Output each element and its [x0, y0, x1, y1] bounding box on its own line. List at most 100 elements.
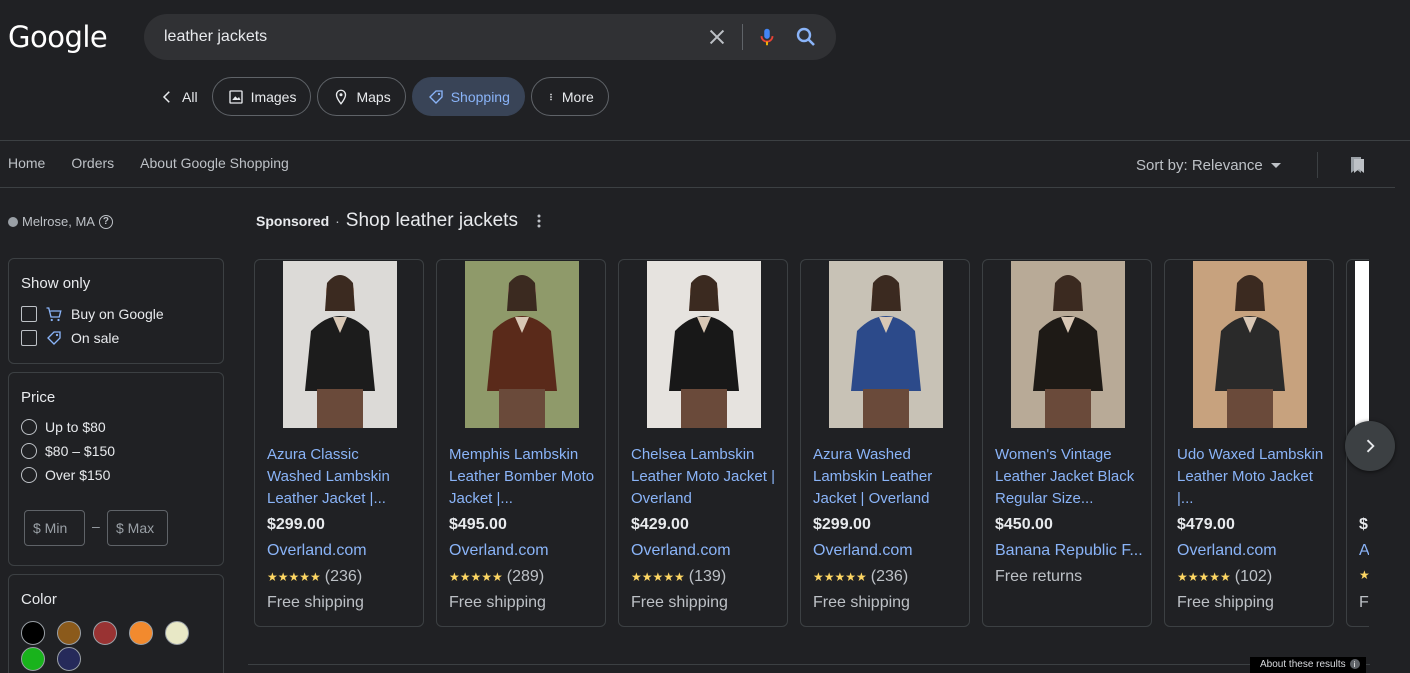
rating-stars: ★★★★★ — [1177, 570, 1231, 584]
mic-icon[interactable] — [756, 25, 778, 49]
location-dot-icon — [8, 216, 18, 227]
about-results-link[interactable]: About these results i — [1250, 657, 1366, 673]
more-vert-icon — [550, 93, 552, 100]
product-title[interactable]: Azura Washed Lambskin Leather Jacket | O… — [813, 444, 963, 510]
color-swatch[interactable] — [21, 647, 45, 671]
product-store[interactable]: Overland.com — [813, 542, 961, 560]
product-card[interactable]: Women's Vintage Leather Jacket Black Reg… — [982, 259, 1152, 627]
product-image[interactable] — [829, 261, 943, 428]
review-count: (102) — [1234, 568, 1273, 585]
product-image[interactable] — [283, 261, 397, 428]
sort-dropdown[interactable]: Sort by: Relevance — [1136, 157, 1281, 174]
product-card[interactable]: Memphis Lambskin Leather Bomber Moto Jac… — [436, 259, 606, 627]
product-title[interactable]: Chelsea Lambskin Leather Moto Jacket | O… — [631, 444, 781, 510]
google-logo[interactable]: Google — [8, 20, 108, 54]
tab-images[interactable]: Images — [211, 77, 312, 116]
color-swatch[interactable] — [57, 621, 81, 645]
tab-more[interactable]: More — [530, 77, 609, 116]
filter-on-sale[interactable]: On sale — [21, 329, 119, 347]
checkbox[interactable] — [21, 306, 37, 322]
product-rating: ★★★★★ (236) — [267, 568, 362, 586]
shipping-info: Free shipping — [631, 594, 728, 611]
color-swatch[interactable] — [129, 621, 153, 645]
radio[interactable] — [21, 419, 37, 435]
map-pin-icon — [336, 89, 347, 105]
shipping-info: Free shipping — [813, 594, 910, 611]
color-swatch[interactable] — [57, 647, 81, 671]
product-image[interactable] — [465, 261, 579, 428]
sort-label: Sort by: Relevance — [1136, 157, 1263, 174]
tab-images-label: Images — [250, 88, 297, 105]
color-swatch[interactable] — [21, 621, 45, 645]
about-results-label: About these results — [1260, 659, 1346, 670]
rating-stars: ★★★★★ — [813, 570, 867, 584]
price-max-input[interactable]: $ Max — [107, 510, 168, 546]
color-swatch[interactable] — [93, 621, 117, 645]
checkbox[interactable] — [21, 330, 37, 346]
product-image[interactable] — [1193, 261, 1307, 428]
close-icon[interactable] — [706, 26, 728, 48]
subnav-orders[interactable]: Orders — [71, 155, 114, 171]
radio[interactable] — [21, 443, 37, 459]
filter-price: Price Up to $80 $80 – $150 Over $150 $ M… — [8, 372, 224, 566]
rating-stars: ★★★★★ — [631, 570, 685, 584]
subnav-home[interactable]: Home — [8, 155, 45, 171]
shopping-subnav: Home Orders About Google Shopping — [8, 155, 289, 171]
price-option[interactable]: $80 – $150 — [21, 443, 115, 459]
tab-all-label: All — [182, 88, 198, 105]
product-title[interactable]: Udo Waxed Lambskin Leather Moto Jacket |… — [1177, 444, 1327, 510]
rating-stars: ★★★★★ — [449, 570, 503, 584]
option-label: $80 – $150 — [45, 443, 116, 459]
help-icon[interactable]: ? — [98, 214, 113, 229]
product-store[interactable]: Overland.com — [1177, 542, 1325, 560]
shipping-info: Free shipping — [449, 594, 546, 611]
price-option[interactable]: Up to $80 — [21, 419, 106, 435]
color-swatch[interactable] — [165, 621, 189, 645]
shipping-info: Free shipping — [1177, 594, 1274, 611]
filter-title: Show only — [21, 275, 91, 292]
filter-buy-on-google[interactable]: Buy on Google — [21, 305, 164, 323]
product-price: $450.00 — [995, 516, 1053, 533]
option-label: On sale — [71, 330, 120, 346]
product-card[interactable]: Udo Waxed Lambskin Leather Moto Jacket |… — [1164, 259, 1334, 627]
product-image[interactable] — [1355, 261, 1369, 428]
tag-icon — [428, 89, 443, 104]
product-store[interactable]: Overland.com — [631, 542, 779, 560]
product-image[interactable] — [1011, 261, 1125, 428]
product-store[interactable]: Overland.com — [267, 542, 415, 560]
product-card[interactable]: Chelsea Lambskin Leather Moto Jacket | O… — [618, 259, 788, 627]
product-card[interactable]: Azura Washed Lambskin Leather Jacket | O… — [800, 259, 970, 627]
more-vert-icon[interactable] — [536, 213, 542, 229]
carousel-next-button[interactable] — [1345, 421, 1395, 471]
divider — [1317, 152, 1318, 178]
tab-more-label: More — [561, 88, 594, 105]
product-title[interactable]: Memphis Lambskin Leather Bomber Moto Jac… — [449, 444, 599, 510]
product-store[interactable]: A — [1359, 542, 1369, 560]
search-input[interactable] — [164, 14, 684, 60]
tab-all[interactable]: All — [150, 77, 206, 116]
price-option[interactable]: Over $150 — [21, 467, 110, 483]
sponsored-label: Sponsored — [256, 213, 330, 229]
price-min-input[interactable]: $ Min — [24, 510, 85, 546]
product-card[interactable]: Azura Classic Washed Lambskin Leather Ja… — [254, 259, 424, 627]
saved-items-icon[interactable] — [1348, 155, 1368, 175]
product-image[interactable] — [647, 261, 761, 428]
product-price: $299.00 — [813, 516, 871, 533]
product-store[interactable]: Banana Republic F... — [995, 542, 1143, 560]
section-title: Shop leather jackets — [345, 210, 518, 231]
location[interactable]: Melrose, MA ? — [8, 214, 113, 229]
subnav-about[interactable]: About Google Shopping — [140, 155, 289, 171]
divider — [0, 140, 1410, 141]
review-count: (289) — [506, 568, 545, 585]
product-store[interactable]: Overland.com — [449, 542, 597, 560]
image-icon — [228, 89, 243, 104]
tab-shopping[interactable]: Shopping — [411, 77, 525, 116]
tab-maps[interactable]: Maps — [317, 77, 406, 116]
info-icon: i — [1349, 659, 1360, 669]
search-icon[interactable] — [794, 25, 818, 49]
product-photo — [669, 275, 739, 428]
rating-stars: ★★★★★ — [267, 570, 321, 584]
product-title[interactable]: Azura Classic Washed Lambskin Leather Ja… — [267, 444, 417, 510]
product-title[interactable]: Women's Vintage Leather Jacket Black Reg… — [995, 444, 1145, 510]
radio[interactable] — [21, 467, 37, 483]
